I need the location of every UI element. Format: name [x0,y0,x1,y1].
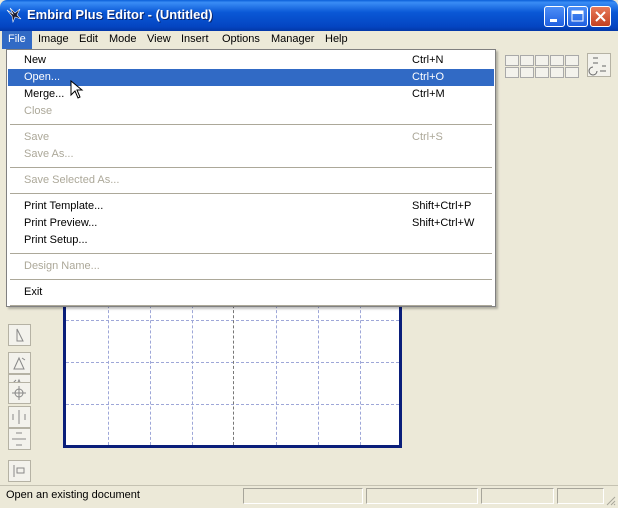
menu-separator [10,167,492,168]
menu-separator [10,124,492,125]
status-panel [557,488,604,504]
menu-item-label: Save [24,131,50,143]
menu-item-new[interactable]: New Ctrl+N [8,52,494,69]
grid-line [150,300,151,445]
menu-mode[interactable]: Mode [103,31,143,49]
rotate-left-icon[interactable] [8,352,31,374]
embird-bird-icon [6,7,22,23]
align-top-icon[interactable] [520,55,534,66]
menu-manager[interactable]: Manager [265,31,320,49]
grid-line [276,300,277,445]
menu-item-label: Open... [24,71,61,83]
grid-line [108,300,109,445]
menu-item-label: Design Name... [24,260,100,272]
grid-line [318,300,319,445]
menu-separator [10,253,492,254]
arrow-down-icon[interactable] [505,67,519,78]
menu-item-shortcut: Ctrl+S [412,131,443,143]
menu-item-shortcut: Ctrl+O [412,71,445,83]
menu-item-save[interactable]: Save Ctrl+S [8,129,494,146]
close-button[interactable] [590,6,611,27]
menu-item-close[interactable]: Close [8,103,494,120]
menu-item-shortcut: Ctrl+N [412,54,444,66]
mirror-icon[interactable] [8,324,31,346]
status-panel [366,488,478,504]
center-guide-line [233,300,234,445]
menu-item-label: Print Template... [24,200,104,212]
status-bar: Open an existing document [0,485,618,508]
design-canvas[interactable] [63,300,402,448]
menu-separator [10,305,492,306]
convert-icon[interactable] [587,53,611,77]
menu-image[interactable]: Image [32,31,75,49]
status-panel [481,488,554,504]
menu-insert[interactable]: Insert [175,31,215,49]
maximize-button[interactable] [567,6,588,27]
menu-options[interactable]: Options [216,31,266,49]
order-up-icon[interactable] [565,55,579,66]
distribute-icon[interactable] [8,460,31,482]
menu-item-shortcut: Shift+Ctrl+P [412,200,472,212]
status-panel [243,488,363,504]
menu-item-print-setup[interactable]: Print Setup... [8,232,494,249]
align-horizontal-icon[interactable] [8,406,31,428]
menu-item-label: Save As... [24,148,74,160]
menu-item-save-selected-as[interactable]: Save Selected As... [8,172,494,189]
menu-item-label: Print Setup... [24,234,88,246]
menu-item-label: New [24,54,47,66]
step-down-icon[interactable] [550,67,564,78]
app-window: Embird Plus Editor - (Untitled) File Ima… [0,0,618,508]
window-title: Embird Plus Editor - (Untitled) [27,7,213,22]
align-bottom-icon[interactable] [520,67,534,78]
menu-separator [10,193,492,194]
menu-file[interactable]: File [2,31,32,49]
menu-item-design-name[interactable]: Design Name... [8,258,494,275]
menu-separator [10,279,492,280]
move-bottom-icon[interactable] [535,67,549,78]
maximize-icon [571,10,584,22]
menu-item-shortcut: Ctrl+M [412,88,445,100]
menu-bar: File Image Edit Mode View Insert Options… [0,31,618,49]
menu-item-save-as[interactable]: Save As... [8,146,494,163]
resize-grip-icon[interactable] [604,494,616,506]
menu-item-label: Close [24,105,53,117]
left-toolbar [8,318,32,488]
move-top-icon[interactable] [535,55,549,66]
close-icon [595,11,606,22]
arrow-up-icon[interactable] [505,55,519,66]
menu-item-label: Merge... [24,88,65,100]
center-icon[interactable] [8,382,31,404]
menu-item-label: Save Selected As... [24,174,120,186]
menu-help[interactable]: Help [319,31,354,49]
mouse-cursor-icon [70,80,84,99]
menu-item-exit[interactable]: Exit [8,284,494,301]
title-bar[interactable]: Embird Plus Editor - (Untitled) [0,0,618,31]
status-text: Open an existing document [6,489,140,501]
toolbar [495,52,618,80]
menu-view[interactable]: View [141,31,177,49]
grid-line [192,300,193,445]
menu-item-label: Print Preview... [24,217,98,229]
grid-line [360,300,361,445]
menu-edit[interactable]: Edit [73,31,104,49]
minimize-button[interactable] [544,6,565,27]
menu-item-print-template[interactable]: Print Template... Shift+Ctrl+P [8,198,494,215]
menu-item-shortcut: Shift+Ctrl+W [412,217,475,229]
align-vertical-icon[interactable] [8,428,31,450]
minimize-icon [550,19,557,22]
menu-item-label: Exit [24,286,43,298]
order-down-icon[interactable] [565,67,579,78]
menu-item-print-preview[interactable]: Print Preview... Shift+Ctrl+W [8,215,494,232]
step-up-icon[interactable] [550,55,564,66]
